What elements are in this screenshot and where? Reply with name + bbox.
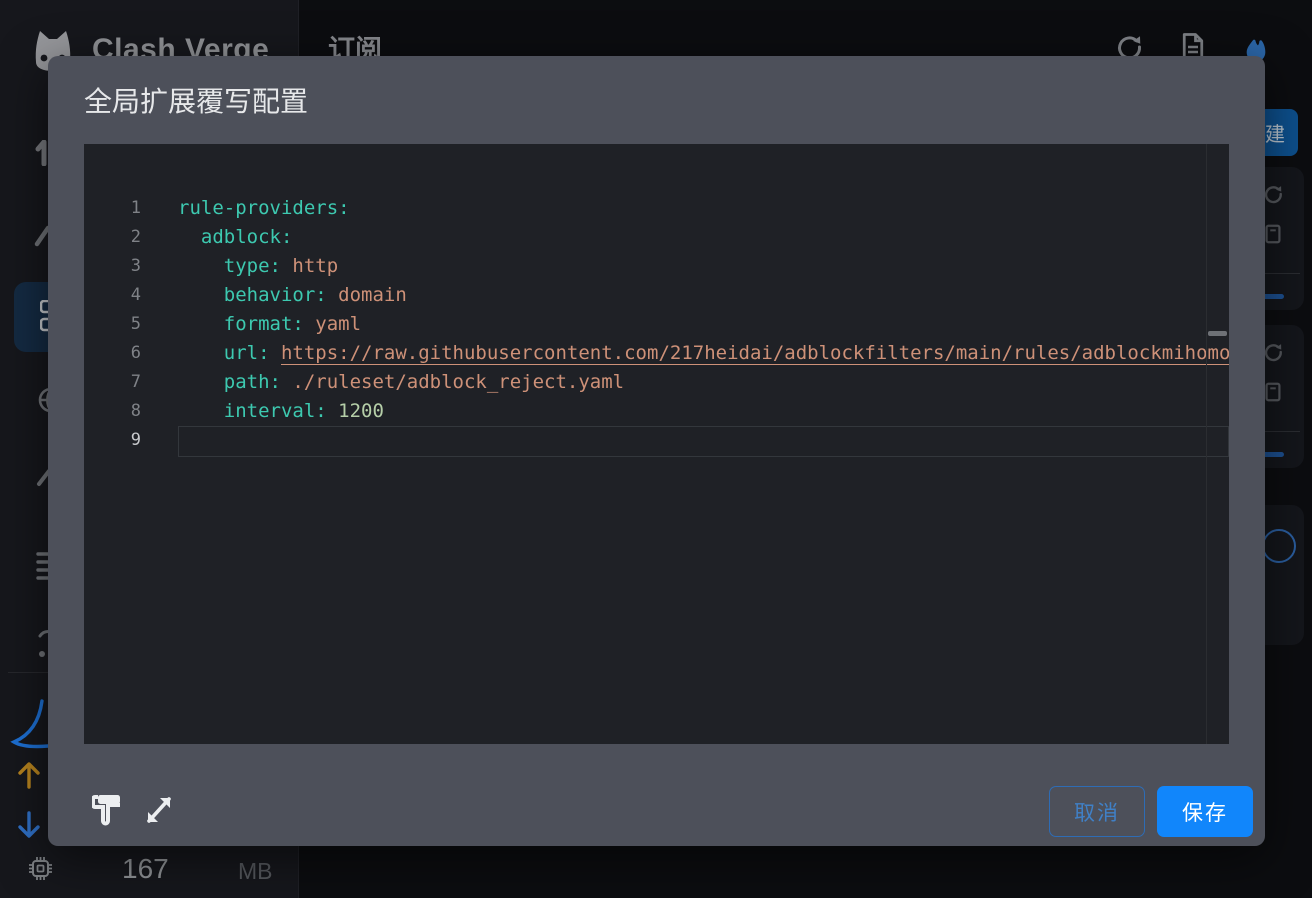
line-text: path: ./ruleset/adblock_reject.yaml — [178, 368, 1229, 397]
code-line[interactable]: 2 adblock: — [84, 223, 1229, 252]
line-number: 3 — [84, 252, 178, 281]
line-text: adblock: — [178, 223, 1229, 252]
line-text: interval: 1200 — [178, 397, 1229, 426]
line-text: format: yaml — [178, 310, 1229, 339]
line-number: 1 — [84, 194, 178, 223]
code-lines: 1rule-providers:2 adblock:3 type: http4 … — [84, 194, 1229, 455]
card-divider — [1262, 273, 1300, 274]
yaml-editor[interactable]: 1rule-providers:2 adblock:3 type: http4 … — [84, 144, 1229, 744]
memory-usage-unit: MB — [238, 858, 273, 885]
edit-file-icon[interactable] — [1262, 381, 1284, 403]
memory-usage-value: 167 — [122, 853, 169, 885]
download-arrow-icon — [16, 810, 42, 840]
format-paint-icon[interactable] — [92, 793, 124, 827]
line-text: type: http — [178, 252, 1229, 281]
cancel-button[interactable]: 取消 — [1049, 786, 1145, 837]
line-text: url: https://raw.githubusercontent.com/2… — [178, 339, 1229, 368]
line-number: 4 — [84, 281, 178, 310]
line-number: 7 — [84, 368, 178, 397]
app-window: Clash Verge 订阅 新建 — [0, 0, 1312, 898]
code-line[interactable]: 6 url: https://raw.githubusercontent.com… — [84, 339, 1229, 368]
line-text: behavior: domain — [178, 281, 1229, 310]
code-line[interactable]: 9 — [84, 426, 1229, 455]
line-number: 8 — [84, 397, 178, 426]
line-number: 5 — [84, 310, 178, 339]
save-button[interactable]: 保存 — [1157, 786, 1253, 837]
usage-progress-bar — [1262, 294, 1284, 299]
line-number: 6 — [84, 339, 178, 368]
overview-ruler-mark — [1208, 331, 1227, 336]
update-icon[interactable] — [1262, 341, 1284, 363]
override-config-dialog: 全局扩展覆写配置 1rule-providers:2 adblock:3 typ… — [48, 56, 1265, 846]
card-divider — [1262, 431, 1300, 432]
dialog-title: 全局扩展覆写配置 — [84, 80, 308, 120]
traffic-graph — [10, 698, 52, 756]
code-line[interactable]: 3 type: http — [84, 252, 1229, 281]
line-number: 2 — [84, 223, 178, 252]
line-text: rule-providers: — [178, 194, 1229, 223]
code-line[interactable]: 1rule-providers: — [84, 194, 1229, 223]
line-number: 9 — [84, 426, 178, 455]
line-text — [178, 426, 1229, 455]
overview-ruler — [1206, 144, 1207, 744]
code-line[interactable]: 4 behavior: domain — [84, 281, 1229, 310]
spinner-icon — [1262, 529, 1296, 563]
memory-chip-icon[interactable] — [28, 856, 53, 881]
upload-arrow-icon — [16, 760, 42, 790]
usage-progress-bar — [1262, 452, 1284, 457]
edit-file-icon[interactable] — [1262, 223, 1284, 245]
open-in-full-icon[interactable] — [143, 793, 175, 827]
code-line[interactable]: 8 interval: 1200 — [84, 397, 1229, 426]
code-line[interactable]: 7 path: ./ruleset/adblock_reject.yaml — [84, 368, 1229, 397]
update-icon[interactable] — [1262, 183, 1284, 205]
code-line[interactable]: 5 format: yaml — [84, 310, 1229, 339]
